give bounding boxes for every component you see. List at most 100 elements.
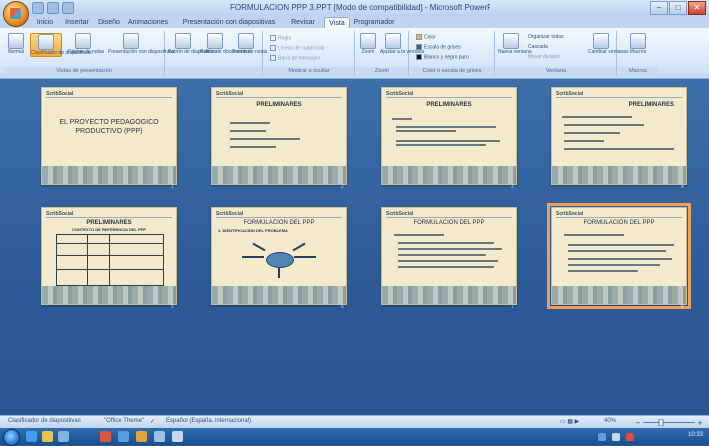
slideshow-button[interactable]: Presentación con diapositivas xyxy=(108,33,174,55)
arrange-all-button[interactable]: Organizar todas xyxy=(528,34,564,41)
text-line xyxy=(398,254,486,256)
notes-master-button[interactable]: Patrón de notas xyxy=(232,33,267,55)
switch-windows-button[interactable]: Cambiar ventanas xyxy=(588,33,629,55)
zoom-level[interactable]: 40% xyxy=(604,418,616,424)
grayscale-option[interactable]: Escala de grises xyxy=(416,44,461,51)
app-icon[interactable] xyxy=(136,431,147,442)
diagram-arrow xyxy=(292,242,306,252)
slide-thumbnail-1[interactable]: ScribSocial EL PROYECTO PEDAGOGICO PRODU… xyxy=(41,87,177,185)
ruler-checkbox[interactable]: Regla xyxy=(270,35,291,42)
redo-icon[interactable] xyxy=(62,2,74,14)
tab-revisar[interactable]: Revisar xyxy=(288,17,318,28)
slide-footer-band xyxy=(42,286,176,304)
group-ventana: Nueva ventana Organizar todas Cascada Mo… xyxy=(496,31,629,75)
slide-thumbnail-2[interactable]: ScribSocial PRELIMINARES xyxy=(211,87,347,185)
word-icon[interactable] xyxy=(118,431,129,442)
notes-page-icon xyxy=(75,33,91,49)
tab-presentacion[interactable]: Presentación con diapositivas xyxy=(174,17,284,28)
clock[interactable]: 10:33 xyxy=(688,432,703,438)
volume-icon[interactable] xyxy=(612,433,620,441)
fit-window-button[interactable]: Ajustar a la ventana xyxy=(380,33,424,55)
slide-number: 8 xyxy=(681,304,684,310)
tab-programador[interactable]: Programador xyxy=(352,17,396,28)
handout-master-button[interactable]: Patrón de documentos xyxy=(200,33,250,55)
slide-number: 6 xyxy=(341,304,344,310)
message-bar-check-icon xyxy=(270,55,276,61)
problem-diagram-node xyxy=(266,252,294,268)
quick-access-toolbar xyxy=(32,2,74,14)
normal-view-button[interactable]: Normal xyxy=(6,33,26,55)
slide-sorter-icon xyxy=(38,34,54,50)
macros-button[interactable]: Macros xyxy=(626,33,650,55)
tab-insertar[interactable]: Insertar xyxy=(62,17,92,28)
text-line xyxy=(564,140,604,142)
notification-icon[interactable] xyxy=(626,433,634,441)
tab-diseno[interactable]: Diseño xyxy=(96,17,122,28)
slide-sorter-button[interactable]: Clasificador de diapositivas xyxy=(30,33,92,57)
slide-title: FORMULACION DEL PPP xyxy=(243,220,315,226)
window-controls: – □ ✕ xyxy=(650,1,706,15)
minimize-button[interactable]: – xyxy=(650,1,668,15)
tab-animaciones[interactable]: Animaciones xyxy=(126,17,170,28)
slide-title: PRELIMINARES xyxy=(256,102,302,108)
app-icon[interactable] xyxy=(172,431,183,442)
slide-thumbnail-7[interactable]: ScribSocial FORMULACION DEL PPP xyxy=(381,207,517,305)
spellcheck-icon[interactable]: ✓ xyxy=(150,418,155,425)
undo-icon[interactable] xyxy=(47,2,59,14)
view-shortcuts[interactable]: ▭ ▦ ▶ xyxy=(560,418,579,425)
message-bar-checkbox[interactable]: Barra de mensajes xyxy=(270,55,320,62)
text-line xyxy=(568,250,666,252)
slide-title: PRELIMINARES xyxy=(426,102,472,108)
app-icon[interactable] xyxy=(154,431,165,442)
move-split-button[interactable]: Mover división xyxy=(528,54,560,61)
maximize-button[interactable]: □ xyxy=(669,1,687,15)
text-line xyxy=(398,242,494,244)
gridlines-checkbox[interactable]: Líneas de cuadrícula xyxy=(270,45,324,52)
new-window-button[interactable]: Nueva ventana xyxy=(498,33,532,55)
slide-table xyxy=(56,234,164,286)
zoom-slider[interactable]: − + xyxy=(635,419,705,426)
tab-inicio[interactable]: Inicio xyxy=(32,17,58,28)
cascade-button[interactable]: Cascada xyxy=(528,44,548,51)
office-button[interactable] xyxy=(3,1,29,27)
color-swatch-icon xyxy=(416,34,422,40)
group-vistas-presentacion: Normal Clasificador de diapositivas Pági… xyxy=(4,31,174,75)
macros-icon xyxy=(630,33,646,49)
slide-thumbnail-5[interactable]: ScribSocial PRELIMINARES CONTEXTO DE REF… xyxy=(41,207,177,305)
black-white-option[interactable]: Blanco y negro puro xyxy=(416,54,469,61)
close-button[interactable]: ✕ xyxy=(688,1,706,15)
fit-window-icon xyxy=(385,33,401,49)
slide-thumbnail-3[interactable]: ScribSocial PRELIMINARES xyxy=(381,87,517,185)
text-line xyxy=(564,132,620,134)
slide-footer-band xyxy=(382,166,516,184)
color-option[interactable]: Color xyxy=(416,34,436,41)
save-icon[interactable] xyxy=(32,2,44,14)
ie-icon[interactable] xyxy=(26,431,37,442)
slideshow-icon xyxy=(123,33,139,49)
explorer-icon[interactable] xyxy=(42,431,53,442)
header-rule xyxy=(46,97,172,98)
slide-number: 1 xyxy=(171,184,174,190)
notes-page-button[interactable]: Página de notas xyxy=(68,33,104,55)
text-line xyxy=(230,146,276,148)
network-icon[interactable] xyxy=(598,433,606,441)
status-language[interactable]: Español (España, internacional) xyxy=(166,418,251,424)
slide-number: 4 xyxy=(681,184,684,190)
header-rule xyxy=(46,217,172,218)
slide-title: PRELIMINARES xyxy=(628,102,674,108)
slide-master-button[interactable]: Patrón de diapositivas xyxy=(168,33,217,55)
slide-number: 5 xyxy=(171,304,174,310)
zoom-out-icon[interactable]: − xyxy=(635,419,641,426)
slide-thumbnail-8[interactable]: ScribSocial FORMULACION DEL PPP xyxy=(547,203,691,309)
slide-title: FORMULACION DEL PPP xyxy=(413,220,485,226)
group-mostrar-ocultar: Regla Líneas de cuadrícula Barra de mens… xyxy=(264,31,355,75)
media-player-icon[interactable] xyxy=(58,431,69,442)
start-button[interactable] xyxy=(3,429,20,446)
zoom-button[interactable]: Zoom xyxy=(358,33,378,55)
powerpoint-icon[interactable] xyxy=(100,431,111,442)
slide-thumbnail-6[interactable]: ScribSocial FORMULACION DEL PPP 1. IDENT… xyxy=(211,207,347,305)
zoom-in-icon[interactable]: + xyxy=(697,419,703,426)
zoom-thumb[interactable] xyxy=(658,419,664,426)
slide-thumbnail-4[interactable]: ScribSocial PRELIMINARES xyxy=(551,87,687,185)
slide-title: PRELIMINARES xyxy=(86,220,132,226)
